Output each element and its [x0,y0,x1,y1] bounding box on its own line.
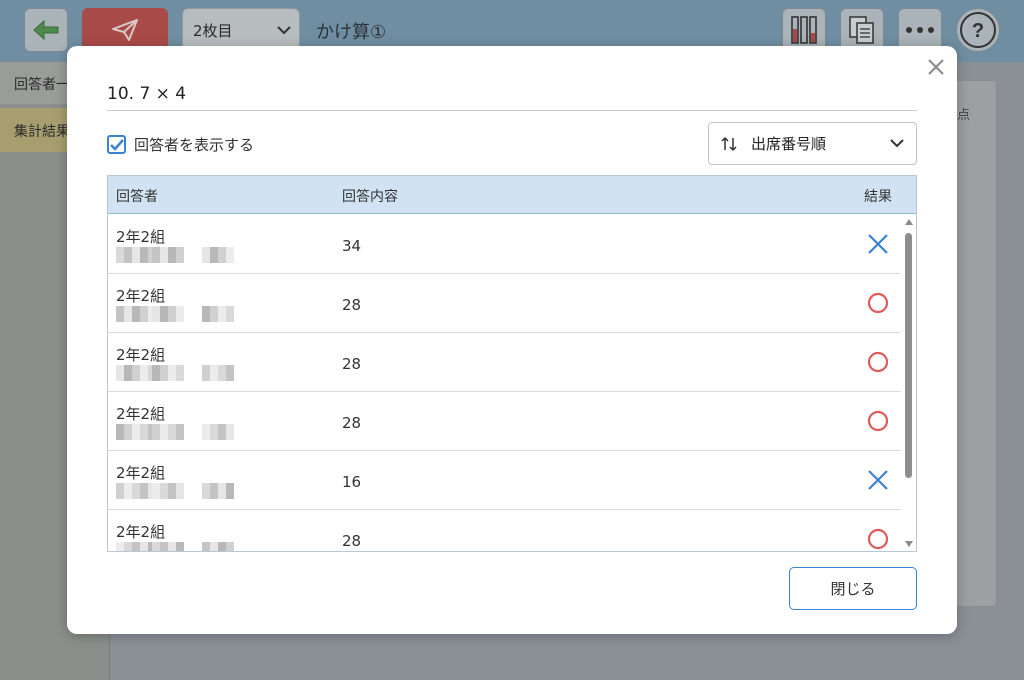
respondent-class: 2年2組 [116,464,166,482]
documents-icon [849,16,874,44]
help-button[interactable]: ? [956,8,1000,52]
paper-plane-icon [112,19,138,41]
close-icon[interactable] [925,56,947,78]
respondent-class: 2年2組 [116,228,166,246]
sort-order-select[interactable]: 出席番号順 [708,122,917,165]
sort-order-value: 出席番号順 [751,135,827,153]
table-row: 2年2組 28 [108,510,901,551]
bookshelf-icon [791,16,817,44]
correct-circle-icon [867,292,889,314]
answer-value: 16 [342,473,362,491]
show-respondents-toggle[interactable]: 回答者を表示する [107,134,254,155]
answer-value: 28 [342,296,362,314]
show-respondents-label: 回答者を表示する [134,136,255,154]
sort-arrows-icon [721,136,737,151]
respondent-class: 2年2組 [116,346,166,364]
table-row: 2年2組 28 [108,274,901,333]
answer-value: 34 [342,237,362,255]
table-row: 2年2組 34 [108,215,901,274]
respondent-class: 2年2組 [116,287,166,305]
answer-value: 28 [342,532,362,550]
table-row: 2年2組 16 [108,451,901,510]
correct-circle-icon [867,351,889,373]
correct-circle-icon [867,528,889,550]
blurred-respondent-name [112,483,242,501]
correct-circle-icon [867,410,889,432]
header-respondent: 回答者 [116,189,158,205]
respondent-class: 2年2組 [116,523,166,541]
table-scrollbar[interactable] [901,215,916,551]
answer-value: 28 [342,355,362,373]
header-result: 結果 [864,189,892,205]
page-select-value: 2枚目 [193,21,233,40]
chevron-down-icon [890,139,904,148]
table-row: 2年2組 28 [108,333,901,392]
table-row: 2年2組 28 [108,392,901,451]
divider [107,110,917,111]
checkmark-icon [109,138,124,151]
arrow-left-icon [33,19,59,41]
respondent-class: 2年2組 [116,405,166,423]
close-button[interactable]: 閉じる [789,567,917,610]
help-icon: ? [960,12,996,48]
background-card-text: 点 [957,108,971,123]
incorrect-cross-icon [868,234,888,254]
blurred-respondent-name [112,542,242,551]
answers-table: 回答者 回答内容 結果 2年2組 34 2年2組 28 2年2組 28 2年2組… [107,175,917,552]
answer-value: 28 [342,414,362,432]
table-body: 2年2組 34 2年2組 28 2年2組 28 2年2組 28 2年2組 16 … [108,215,901,551]
show-respondents-checkbox[interactable] [107,135,126,154]
table-header: 回答者 回答内容 結果 [108,176,916,214]
svg-text:?: ? [972,20,984,42]
question-title: 10. 7 × 4 [107,84,187,104]
chevron-down-icon [277,25,291,34]
blurred-respondent-name [112,424,242,442]
more-dots-icon [906,27,934,33]
blurred-respondent-name [112,365,242,383]
page-title: かけ算① [316,22,387,43]
back-button[interactable] [24,8,68,52]
blurred-respondent-name [112,306,242,324]
scrollbar-thumb[interactable] [905,233,912,478]
scroll-down-arrow-icon[interactable] [905,541,913,547]
blurred-respondent-name [112,247,242,265]
answer-detail-modal: 10. 7 × 4 回答者を表示する 出席番号順 回答者 回答内容 結果 2年2… [67,46,957,634]
incorrect-cross-icon [868,470,888,490]
header-answer: 回答内容 [342,189,398,205]
scroll-up-arrow-icon[interactable] [905,219,913,225]
